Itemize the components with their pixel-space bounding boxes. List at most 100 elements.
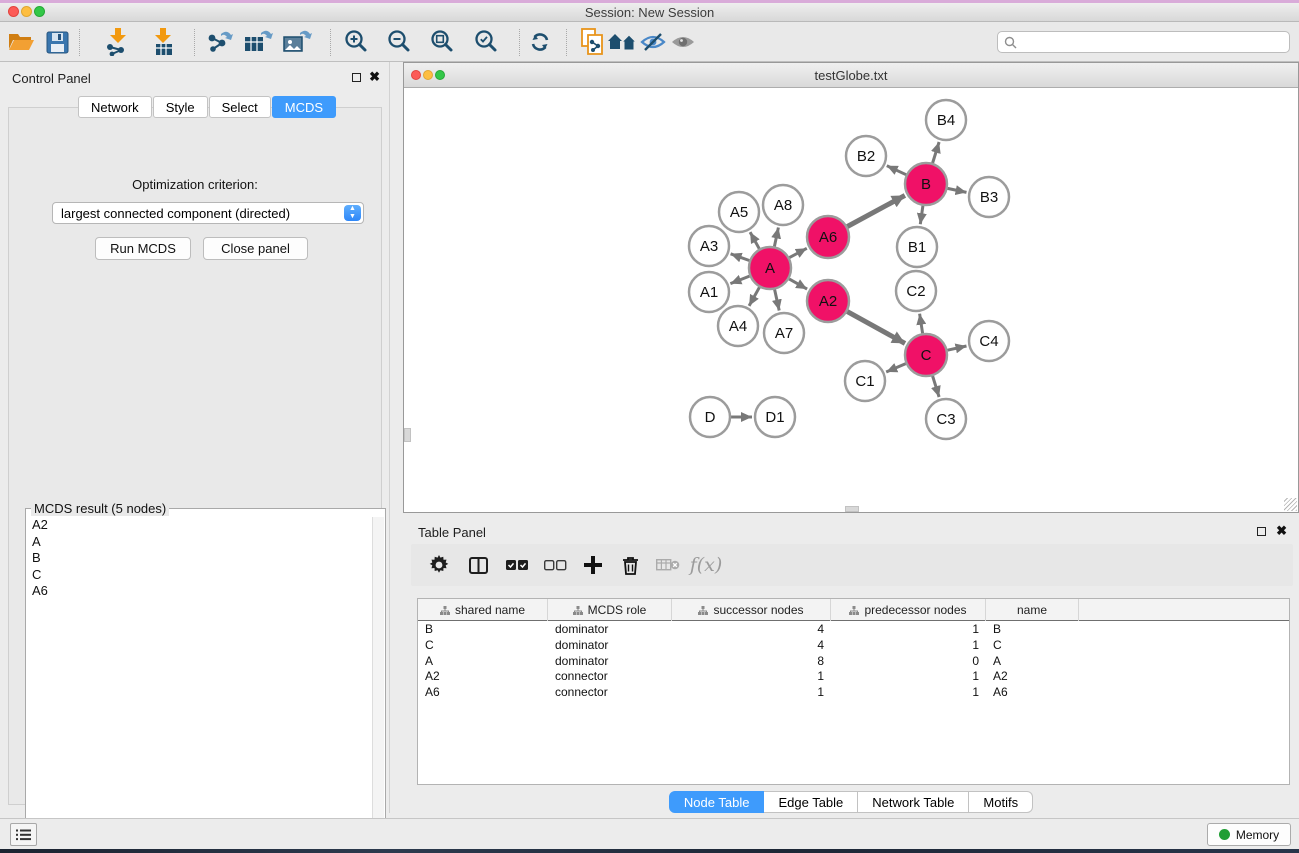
- run-mcds-button[interactable]: Run MCDS: [95, 237, 191, 260]
- edge-A-A1[interactable]: [730, 276, 749, 284]
- table-row[interactable]: A6connector11A6: [418, 684, 1289, 700]
- result-item[interactable]: C: [27, 567, 372, 584]
- node-C2[interactable]: C2: [896, 271, 936, 311]
- new-network-from-selection-button[interactable]: [576, 28, 610, 56]
- column-header-name[interactable]: name: [986, 599, 1079, 621]
- network-hscroll-thumb[interactable]: [845, 506, 859, 512]
- node-A1[interactable]: A1: [689, 272, 729, 312]
- node-A5[interactable]: A5: [719, 192, 759, 232]
- node-D[interactable]: D: [690, 397, 730, 437]
- add-column-button[interactable]: [578, 551, 608, 579]
- import-network-button[interactable]: [101, 28, 135, 56]
- tab-motifs[interactable]: Motifs: [969, 791, 1033, 813]
- close-panel-icon[interactable]: ✖: [369, 69, 380, 85]
- select-all-button[interactable]: [502, 551, 532, 579]
- node-C1[interactable]: C1: [845, 361, 885, 401]
- node-A[interactable]: A: [749, 247, 791, 289]
- edge-A2-C[interactable]: [847, 312, 905, 344]
- zoom-selected-button[interactable]: [470, 28, 504, 56]
- column-header-successor-nodes[interactable]: successor nodes: [672, 599, 831, 621]
- tab-network[interactable]: Network: [78, 96, 152, 118]
- mcds-result-list[interactable]: A2ABCA6: [27, 517, 372, 842]
- edge-A-A2[interactable]: [789, 279, 807, 289]
- network-canvas[interactable]: AA1A3A5A8A6A4A7A2BB2B4B3B1C2CC4C1C3DD1: [404, 88, 1298, 512]
- deselect-all-button[interactable]: [540, 551, 570, 579]
- node-B4[interactable]: B4: [926, 100, 966, 140]
- edge-C-C1[interactable]: [886, 364, 906, 372]
- table-row[interactable]: A2connector11A2: [418, 668, 1289, 684]
- column-header-MCDS-role[interactable]: MCDS role: [548, 599, 672, 621]
- table-settings-button[interactable]: [424, 551, 454, 579]
- edge-A-A7[interactable]: [775, 290, 780, 311]
- node-B3[interactable]: B3: [969, 177, 1009, 217]
- node-A8[interactable]: A8: [763, 185, 803, 225]
- refresh-view-button[interactable]: [523, 28, 557, 56]
- task-history-button[interactable]: [10, 823, 37, 846]
- column-layout-button[interactable]: [463, 551, 493, 579]
- edge-B-B4[interactable]: [933, 142, 940, 163]
- network-vscroll-thumb[interactable]: [404, 428, 411, 442]
- table-row[interactable]: Bdominator41B: [418, 621, 1289, 637]
- save-session-button[interactable]: [40, 28, 74, 56]
- node-A3[interactable]: A3: [689, 226, 729, 266]
- node-C[interactable]: C: [905, 334, 947, 376]
- tab-style[interactable]: Style: [153, 96, 208, 118]
- home-layout-button[interactable]: [606, 28, 640, 56]
- node-C3[interactable]: C3: [926, 399, 966, 439]
- network-titlebar[interactable]: testGlobe.txt: [404, 63, 1298, 88]
- tab-edge-table[interactable]: Edge Table: [764, 791, 858, 813]
- export-table-button[interactable]: [242, 28, 276, 56]
- close-panel-button[interactable]: Close panel: [203, 237, 308, 260]
- edge-A-A4[interactable]: [749, 287, 759, 306]
- node-B2[interactable]: B2: [846, 136, 886, 176]
- edge-A-A8[interactable]: [774, 228, 778, 247]
- tab-network-table[interactable]: Network Table: [858, 791, 969, 813]
- edge-A6-B[interactable]: [847, 195, 905, 226]
- edge-B-B1[interactable]: [920, 206, 923, 224]
- zoom-out-button[interactable]: [383, 28, 417, 56]
- export-network-button[interactable]: [203, 28, 237, 56]
- edge-C-C2[interactable]: [920, 314, 923, 334]
- column-header-shared-name[interactable]: shared name: [418, 599, 548, 621]
- node-A7[interactable]: A7: [764, 313, 804, 353]
- edge-A-A6[interactable]: [789, 248, 806, 257]
- table-close-icon[interactable]: ✖: [1276, 523, 1287, 539]
- export-image-button[interactable]: [281, 28, 315, 56]
- tab-mcds[interactable]: MCDS: [272, 96, 336, 118]
- table-row[interactable]: Adominator80A: [418, 653, 1289, 669]
- result-item[interactable]: A: [27, 534, 372, 551]
- node-D1[interactable]: D1: [755, 397, 795, 437]
- result-item[interactable]: A6: [27, 583, 372, 600]
- node-B[interactable]: B: [905, 163, 947, 205]
- column-header-predecessor-nodes[interactable]: predecessor nodes: [831, 599, 986, 621]
- node-A4[interactable]: A4: [718, 306, 758, 346]
- criterion-dropdown[interactable]: largest connected component (directed) ▲…: [52, 202, 364, 224]
- node-C4[interactable]: C4: [969, 321, 1009, 361]
- memory-button[interactable]: Memory: [1207, 823, 1291, 846]
- resize-grip[interactable]: [1284, 498, 1297, 511]
- edge-B-B3[interactable]: [948, 188, 967, 192]
- edge-C-C3[interactable]: [933, 376, 940, 397]
- result-scrollbar[interactable]: [372, 517, 384, 842]
- node-B1[interactable]: B1: [897, 227, 937, 267]
- result-item[interactable]: A2: [27, 517, 372, 534]
- edge-C-C4[interactable]: [948, 346, 967, 350]
- show-all-button[interactable]: [666, 28, 700, 56]
- search-field[interactable]: [997, 31, 1290, 53]
- edge-A-A5[interactable]: [750, 232, 759, 249]
- edge-A-A3[interactable]: [731, 254, 750, 261]
- node-A6[interactable]: A6: [807, 216, 849, 258]
- import-table-button[interactable]: [146, 28, 180, 56]
- table-row[interactable]: Cdominator41C: [418, 637, 1289, 653]
- open-session-button[interactable]: [4, 28, 38, 56]
- edge-B-B2[interactable]: [887, 166, 906, 175]
- tab-node-table[interactable]: Node Table: [669, 791, 765, 813]
- zoom-fit-button[interactable]: [426, 28, 460, 56]
- delete-column-button[interactable]: [615, 551, 645, 579]
- search-input[interactable]: [1021, 33, 1289, 51]
- zoom-in-button[interactable]: [340, 28, 374, 56]
- hide-selected-button[interactable]: [636, 28, 670, 56]
- result-item[interactable]: B: [27, 550, 372, 567]
- float-panel-icon[interactable]: [352, 73, 361, 82]
- table-float-icon[interactable]: [1257, 527, 1266, 536]
